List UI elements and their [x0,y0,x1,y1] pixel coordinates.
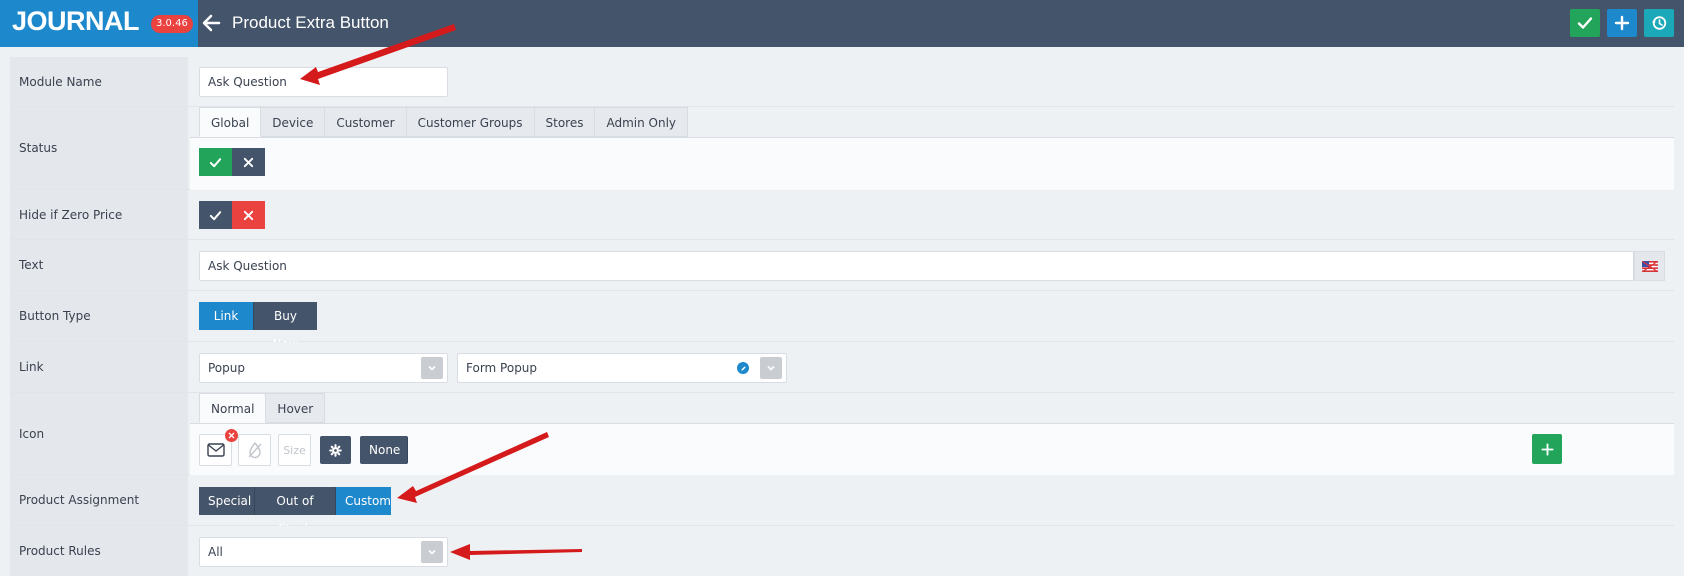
product-assignment-label: Product Assignment [10,475,188,525]
page-title: Product Extra Button [232,13,389,32]
icon-tab-panel [190,423,1674,475]
hide-zero-price-off-button[interactable] [232,201,265,229]
tab-global[interactable]: Global [199,107,262,137]
check-icon [209,210,222,220]
chevron-down-icon [421,541,443,563]
tab-normal[interactable]: Normal [199,393,267,423]
plus-icon [1540,442,1554,456]
row-icon: Icon Normal Hover Size None [10,393,1674,475]
module-name-label: Module Name [10,57,188,106]
color-drop-icon [247,441,262,459]
logo[interactable]: JOURNAL 3.0.46 [0,0,198,47]
back-arrow-icon[interactable] [201,12,221,34]
text-label: Text [10,240,188,290]
icon-size-input[interactable]: Size [278,434,311,466]
status-toggle [199,148,265,176]
product-rules-select[interactable]: All [199,537,448,567]
chevron-down-icon [760,357,782,379]
top-bar: JOURNAL 3.0.46 Product Extra Button [0,0,1684,47]
gear-icon [329,443,342,457]
row-product-rules: Product Rules All [10,526,1674,576]
link-popup-value: Form Popup [466,361,538,375]
tab-customer[interactable]: Customer [325,107,407,137]
language-flag-button[interactable] [1634,251,1665,281]
assignment-out-of-stock[interactable]: Out of Stock [255,487,336,536]
close-icon [243,157,254,167]
row-link: Link Popup Form Popup [10,342,1674,393]
status-tab-panel [190,137,1674,190]
product-rules-label: Product Rules [10,526,188,576]
edit-icon[interactable] [737,362,749,374]
tab-hover[interactable]: Hover [266,393,326,423]
assignment-custom[interactable]: Custom [336,487,391,515]
row-hide-zero-price: Hide if Zero Price [10,190,1674,240]
icon-size-placeholder: Size [283,443,306,457]
link-type-value: Popup [208,361,245,375]
version-badge: 3.0.46 [151,15,193,33]
icon-none-button[interactable]: None [360,436,408,464]
assignment-special[interactable]: Special [199,487,255,515]
remove-icon-badge[interactable] [225,429,238,442]
icon-tabs: Normal Hover [199,393,326,423]
status-label: Status [10,107,188,189]
row-button-type: Button Type Link Buy Now [10,291,1674,351]
link-popup-select[interactable]: Form Popup [457,353,787,383]
check-icon [209,157,222,167]
status-off-button[interactable] [232,148,265,176]
close-icon [243,210,254,220]
hide-zero-price-toggle [199,201,265,229]
link-type-select[interactable]: Popup [199,353,448,383]
status-tabs: Global Device Customer Customer Groups S… [199,107,689,137]
row-product-assignment: Product Assignment Special Out of Stock … [10,475,1674,536]
button-type-link[interactable]: Link [199,302,254,330]
history-icon [1652,16,1667,30]
add-icon-button[interactable] [1532,434,1562,464]
product-assignment-selector: Special Out of Stock Custom [199,487,391,536]
product-rules-value: All [208,545,223,559]
icon-color-picker[interactable] [238,434,271,466]
status-on-button[interactable] [199,148,232,176]
button-type-buy-now[interactable]: Buy Now [254,302,317,351]
close-icon [228,432,235,439]
row-status: Status Global Device Customer Customer G… [10,107,1674,190]
link-label: Link [10,342,188,392]
text-input[interactable] [199,251,1634,281]
logo-text: JOURNAL [12,6,140,36]
chevron-down-icon [421,357,443,379]
button-type-label: Button Type [10,291,188,341]
hide-zero-price-label: Hide if Zero Price [10,190,188,239]
hide-zero-price-on-button[interactable] [199,201,232,229]
tab-device[interactable]: Device [261,107,326,137]
add-button[interactable] [1607,9,1637,37]
icon-label: Icon [10,393,188,474]
tab-customer-groups[interactable]: Customer Groups [406,107,535,137]
flag-icon [1641,260,1658,272]
icon-settings-button[interactable] [320,436,351,464]
tab-stores[interactable]: Stores [534,107,596,137]
envelope-icon [206,443,225,457]
row-module-name: Module Name [10,57,1674,107]
module-name-input[interactable] [199,67,448,97]
check-icon [1577,17,1593,29]
plus-icon [1614,15,1630,31]
row-text: Text [10,240,1674,291]
button-type-selector: Link Buy Now [199,302,317,351]
save-button[interactable] [1570,9,1600,37]
history-button[interactable] [1644,9,1674,37]
tab-admin-only[interactable]: Admin Only [595,107,689,137]
